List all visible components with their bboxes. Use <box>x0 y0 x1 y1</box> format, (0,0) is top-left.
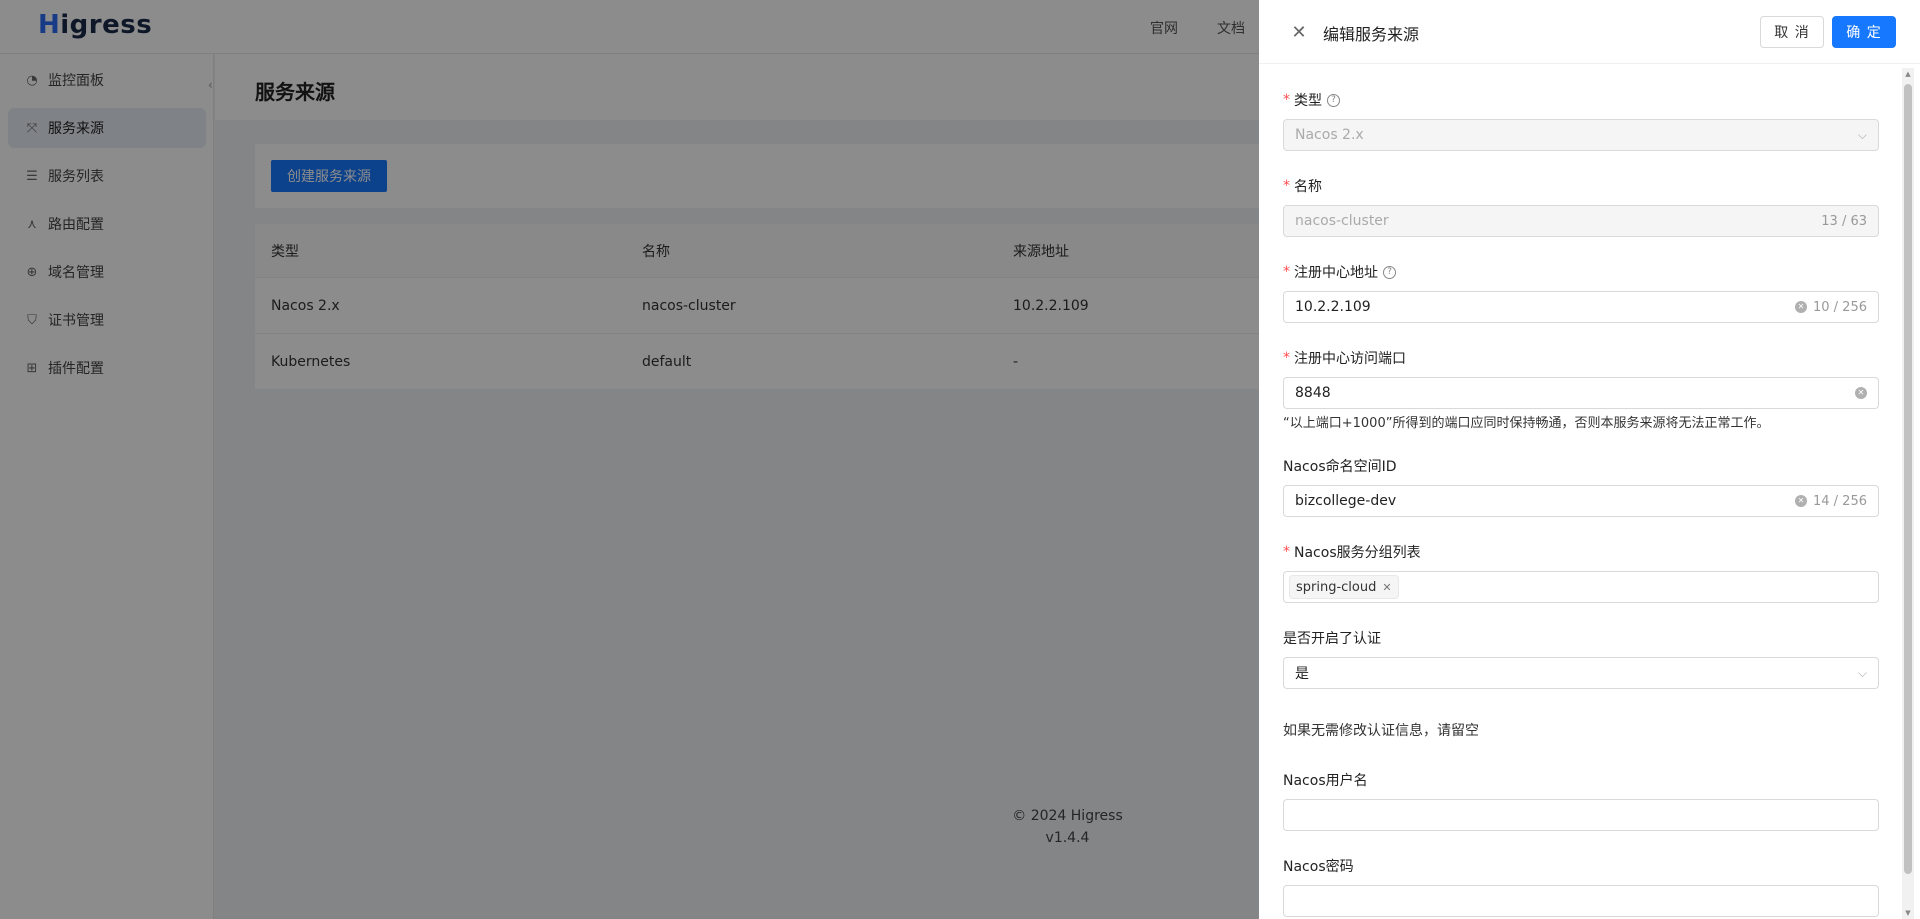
namespace-label-text: Nacos命名空间ID <box>1283 459 1397 475</box>
clear-icon[interactable]: ✕ <box>1795 495 1807 507</box>
tag-close-icon[interactable]: ✕ <box>1382 581 1391 594</box>
username-input[interactable] <box>1283 799 1879 831</box>
close-icon[interactable]: ✕ <box>1289 20 1309 44</box>
required-mark: * <box>1283 264 1290 280</box>
type-label: * 类型 ? <box>1283 90 1340 110</box>
type-select-value: Nacos 2.x <box>1295 127 1364 143</box>
drawer-title: 编辑服务来源 <box>1323 25 1420 44</box>
chevron-down-icon: ⌵ <box>1857 127 1867 142</box>
groups-tag-select[interactable]: spring-cloud ✕ <box>1283 571 1879 603</box>
namespace-value: bizcollege-dev <box>1295 493 1397 509</box>
required-mark: * <box>1283 350 1290 366</box>
cancel-button[interactable]: 取 消 <box>1760 16 1824 48</box>
scroll-thumb[interactable] <box>1904 84 1912 874</box>
registry-address-label: * 注册中心地址 ? <box>1283 262 1396 282</box>
char-count: 10 / 256 <box>1813 299 1867 315</box>
help-icon[interactable]: ? <box>1327 93 1340 107</box>
port-hint: “以上端口+1000”所得到的端口应同时保持畅通，否则本服务来源将无法正常工作。 <box>1283 416 1770 431</box>
registry-port-input[interactable]: 8848 ✕ <box>1283 377 1879 409</box>
char-count: 13 / 63 <box>1821 213 1867 229</box>
auth-enabled-label-text: 是否开启了认证 <box>1283 631 1381 647</box>
scroll-up-icon[interactable]: ▲ <box>1902 68 1914 80</box>
type-select: Nacos 2.x ⌵ <box>1283 119 1879 151</box>
password-label: Nacos密码 <box>1283 856 1354 876</box>
auth-enabled-label: 是否开启了认证 <box>1283 628 1381 648</box>
namespace-input[interactable]: bizcollege-dev ✕ 14 / 256 <box>1283 485 1879 517</box>
namespace-label: Nacos命名空间ID <box>1283 456 1397 476</box>
registry-address-label-text: 注册中心地址 <box>1294 265 1378 281</box>
clear-icon[interactable]: ✕ <box>1795 301 1807 313</box>
help-icon[interactable]: ? <box>1383 265 1396 279</box>
edit-service-source-drawer: ✕ 编辑服务来源 取 消 确 定 * 类型 ? Nacos 2.x ⌵ * 名称… <box>1259 0 1920 919</box>
groups-label: * Nacos服务分组列表 <box>1283 542 1421 562</box>
drawer-header: ✕ 编辑服务来源 取 消 确 定 <box>1259 0 1920 64</box>
drawer-scrollbar[interactable]: ▲ ▼ <box>1902 68 1914 919</box>
groups-label-text: Nacos服务分组列表 <box>1294 545 1421 561</box>
username-label-text: Nacos用户名 <box>1283 773 1368 789</box>
auth-enabled-value: 是 <box>1295 666 1309 682</box>
chevron-down-icon: ⌵ <box>1857 665 1867 680</box>
registry-port-label: * 注册中心访问端口 <box>1283 348 1406 368</box>
name-label-text: 名称 <box>1294 179 1322 195</box>
registry-address-input[interactable]: 10.2.2.109 ✕ 10 / 256 <box>1283 291 1879 323</box>
name-label: * 名称 <box>1283 176 1322 196</box>
clear-icon[interactable]: ✕ <box>1855 387 1867 399</box>
group-tag: spring-cloud ✕ <box>1289 575 1399 599</box>
auth-hint: 如果无需修改认证信息，请留空 <box>1283 723 1479 739</box>
required-mark: * <box>1283 544 1290 560</box>
confirm-button[interactable]: 确 定 <box>1832 16 1896 48</box>
registry-address-value: 10.2.2.109 <box>1295 299 1371 315</box>
name-input: nacos-cluster 13 / 63 <box>1283 205 1879 237</box>
password-input[interactable] <box>1283 885 1879 917</box>
registry-port-label-text: 注册中心访问端口 <box>1294 351 1406 367</box>
required-mark: * <box>1283 92 1290 108</box>
type-label-text: 类型 <box>1294 93 1322 109</box>
registry-port-value: 8848 <box>1295 385 1331 401</box>
auth-enabled-select[interactable]: 是 ⌵ <box>1283 657 1879 689</box>
required-mark: * <box>1283 178 1290 194</box>
name-input-value: nacos-cluster <box>1295 213 1389 229</box>
group-tag-label: spring-cloud <box>1296 579 1377 595</box>
scroll-down-icon[interactable]: ▼ <box>1902 907 1914 919</box>
username-label: Nacos用户名 <box>1283 770 1368 790</box>
password-label-text: Nacos密码 <box>1283 859 1354 875</box>
char-count: 14 / 256 <box>1813 493 1867 509</box>
